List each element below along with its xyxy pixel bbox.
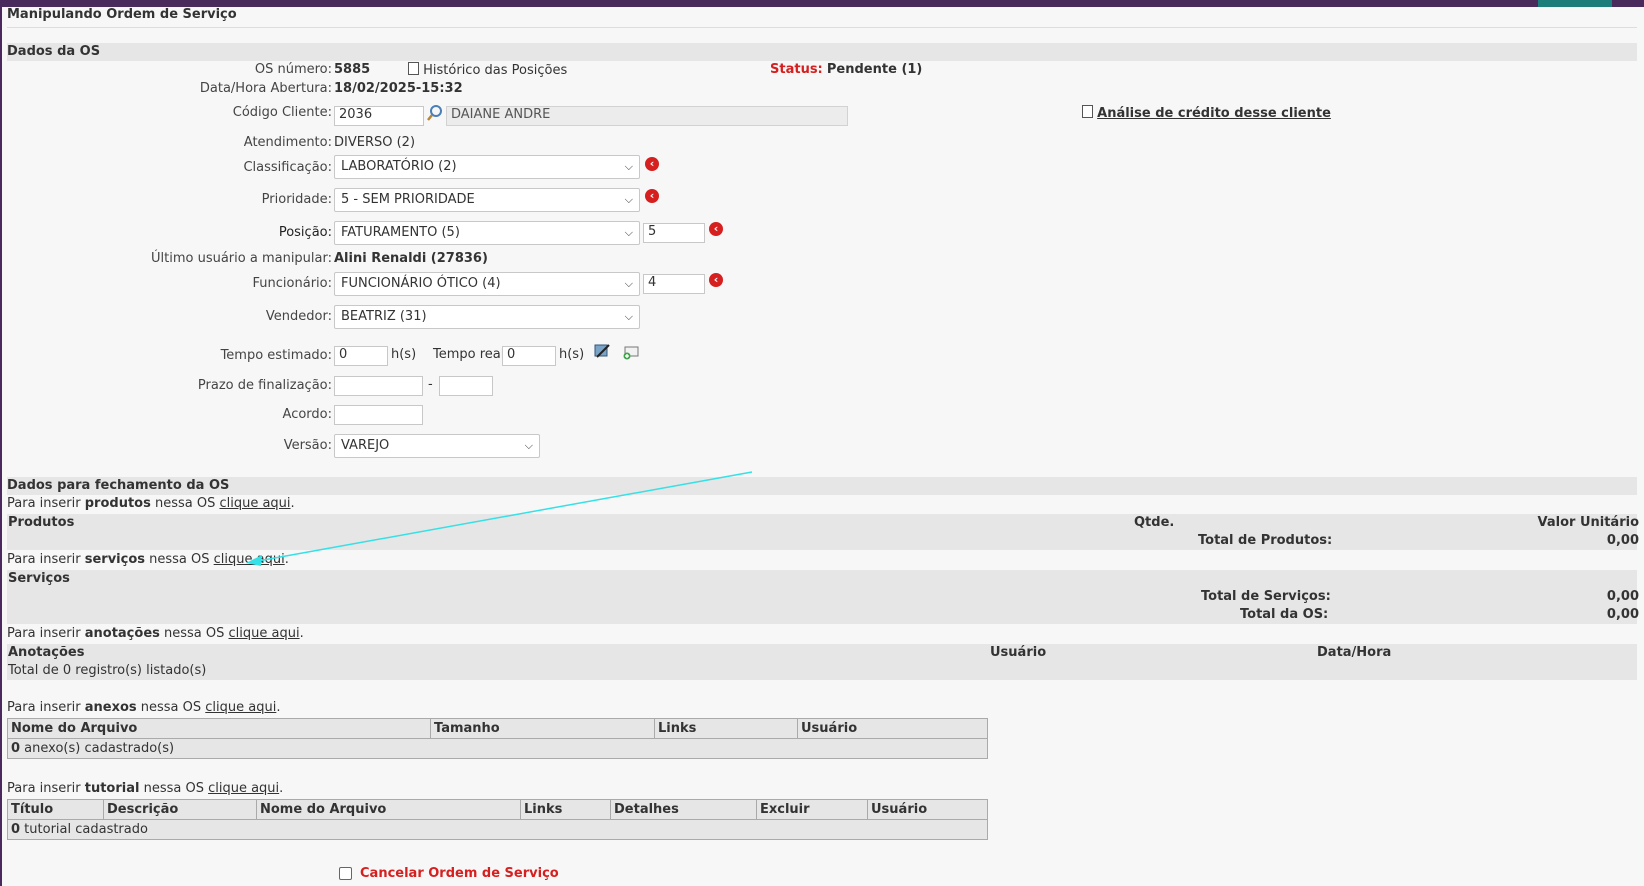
annotation-arrow bbox=[246, 471, 753, 566]
